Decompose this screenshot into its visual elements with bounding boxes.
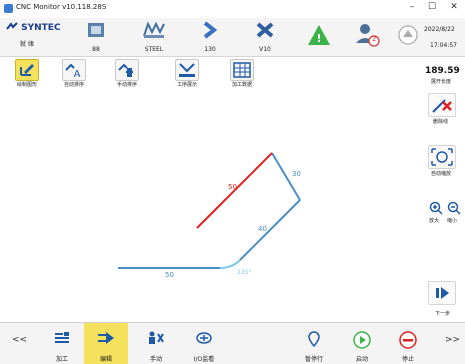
bend-arc <box>219 259 241 269</box>
angle-indicator: 130 <box>184 18 236 56</box>
label-segment-50: 50 <box>228 183 237 191</box>
nav-edit[interactable]: 编辑 <box>84 323 128 364</box>
function-bar: 绘制图形 A 自动排序 手动排序 工序展示 加工数据 <box>0 57 290 93</box>
nav-machining[interactable]: 加工 <box>40 323 84 364</box>
tool-icon <box>256 22 274 38</box>
window-title: CNC Monitor v10.118.28S <box>16 3 107 11</box>
next-step-button[interactable] <box>428 281 456 305</box>
bend-angle-icon <box>203 21 218 39</box>
eject-icon[interactable] <box>398 25 418 49</box>
next-step-label: 下一步 <box>435 311 451 317</box>
label-segment-30: 30 <box>292 170 301 178</box>
nav-manual-label: 手动 <box>149 356 162 363</box>
delete-line-label: 删除线 <box>433 119 449 125</box>
program-number: 88 <box>92 46 100 53</box>
auto-sort-icon: A <box>65 63 81 80</box>
process-view-icon <box>179 63 195 77</box>
user-level-badge: 2 <box>372 35 377 43</box>
nav-pause-line[interactable]: 暂停行 <box>292 323 336 364</box>
delete-line-icon <box>432 99 452 113</box>
label-angle: 135° <box>237 269 251 276</box>
stop-button[interactable]: 停止 <box>386 323 430 364</box>
play-icon <box>353 331 371 349</box>
user-icon[interactable]: 2 <box>354 22 380 52</box>
machining-data-button[interactable]: 加工数据 <box>225 59 259 92</box>
machining-data-label: 加工数据 <box>231 82 252 88</box>
tool-indicator: V10 <box>239 18 291 56</box>
unfold-length-value: 189.59 <box>425 66 460 76</box>
zoom-out-label: 缩小 <box>447 218 458 224</box>
auto-sort-button[interactable]: A 自动排序 <box>57 59 91 92</box>
location-pin-icon <box>308 331 320 347</box>
edit-arrow-icon <box>98 332 114 344</box>
machining-icon <box>55 332 69 343</box>
process-view-button[interactable]: 工序展示 <box>170 59 204 92</box>
alarm-status-icon[interactable]: ! <box>307 24 331 50</box>
nav-io-monitor-label: I/O监看 <box>193 356 215 363</box>
segment-40[interactable] <box>239 199 301 261</box>
page-next-button[interactable]: >> <box>445 335 460 345</box>
brand-logo: SYNTEC <box>6 22 61 33</box>
angle-value: 130 <box>204 46 216 53</box>
label-base-length: 50 <box>165 271 174 279</box>
unfold-length-label: 展开长度 <box>431 79 452 85</box>
syntec-logo-icon <box>6 22 18 30</box>
bottom-bar: << 加工 编辑 手动 I/O监看 暂停行 启动 停止 >> <box>0 322 465 364</box>
auto-zoom-button[interactable] <box>428 145 456 169</box>
label-segment-40: 40 <box>258 225 267 233</box>
data-table-icon <box>233 62 251 78</box>
svg-text:!: ! <box>316 32 321 45</box>
nav-pause-line-label: 暂停行 <box>304 356 323 363</box>
title-bar: CNC Monitor v10.118.28S – ☐ ✕ <box>0 0 465 19</box>
manual-sort-button[interactable]: 手动排序 <box>110 59 144 92</box>
close-button[interactable]: ✕ <box>447 2 461 12</box>
material-name: STEEL <box>144 46 164 53</box>
draw-shape-label: 绘制图形 <box>16 82 37 88</box>
stop-label: 停止 <box>401 356 414 363</box>
zoom-in-label: 放大 <box>429 218 440 224</box>
folder-icon <box>88 23 104 37</box>
nav-edit-label: 编辑 <box>99 356 112 363</box>
bend-profile-drawing: 50 135° 40 30 50 <box>118 152 301 279</box>
minimize-button[interactable]: – <box>405 2 419 12</box>
time-display: 17:04:57 <box>430 42 457 49</box>
stop-icon <box>399 331 417 349</box>
maximize-button[interactable]: ☐ <box>425 2 439 12</box>
zoom-in-icon <box>429 201 443 215</box>
manual-sort-icon <box>118 63 133 77</box>
process-view-label: 工序展示 <box>176 82 197 88</box>
auto-zoom-label: 自动缩放 <box>431 171 452 177</box>
material-indicator: STEEL <box>128 18 180 56</box>
draw-shape-button[interactable]: 绘制图形 <box>10 59 44 92</box>
tool-name: V10 <box>259 46 271 53</box>
delete-line-button[interactable] <box>428 93 456 117</box>
brand-name: SYNTEC <box>21 23 61 33</box>
svg-text:A: A <box>74 69 81 80</box>
nav-machining-label: 加工 <box>55 356 68 363</box>
machine-status: 就 绪 <box>20 41 34 48</box>
program-number-indicator: 88 <box>70 18 122 56</box>
auto-sort-label: 自动排序 <box>63 82 84 88</box>
nav-manual[interactable]: 手动 <box>134 323 178 364</box>
date-display: 2022/8/22 <box>424 26 455 33</box>
cycle-start-button[interactable]: 启动 <box>340 323 384 364</box>
draw-pen-icon <box>20 64 34 76</box>
nav-io-monitor[interactable]: I/O监看 <box>182 323 226 364</box>
manual-sort-label: 手动排序 <box>116 82 137 88</box>
cycle-start-label: 启动 <box>355 356 368 363</box>
app-icon <box>4 4 13 13</box>
io-monitor-icon <box>196 332 212 344</box>
auto-zoom-icon <box>431 148 453 166</box>
zoom-out-icon <box>447 201 461 215</box>
drawing-canvas[interactable]: 50 135° 40 30 50 <box>0 93 420 323</box>
manual-hand-icon <box>149 331 164 344</box>
next-step-icon <box>436 287 449 299</box>
material-icon <box>143 21 165 38</box>
page-prev-button[interactable]: << <box>12 335 27 345</box>
